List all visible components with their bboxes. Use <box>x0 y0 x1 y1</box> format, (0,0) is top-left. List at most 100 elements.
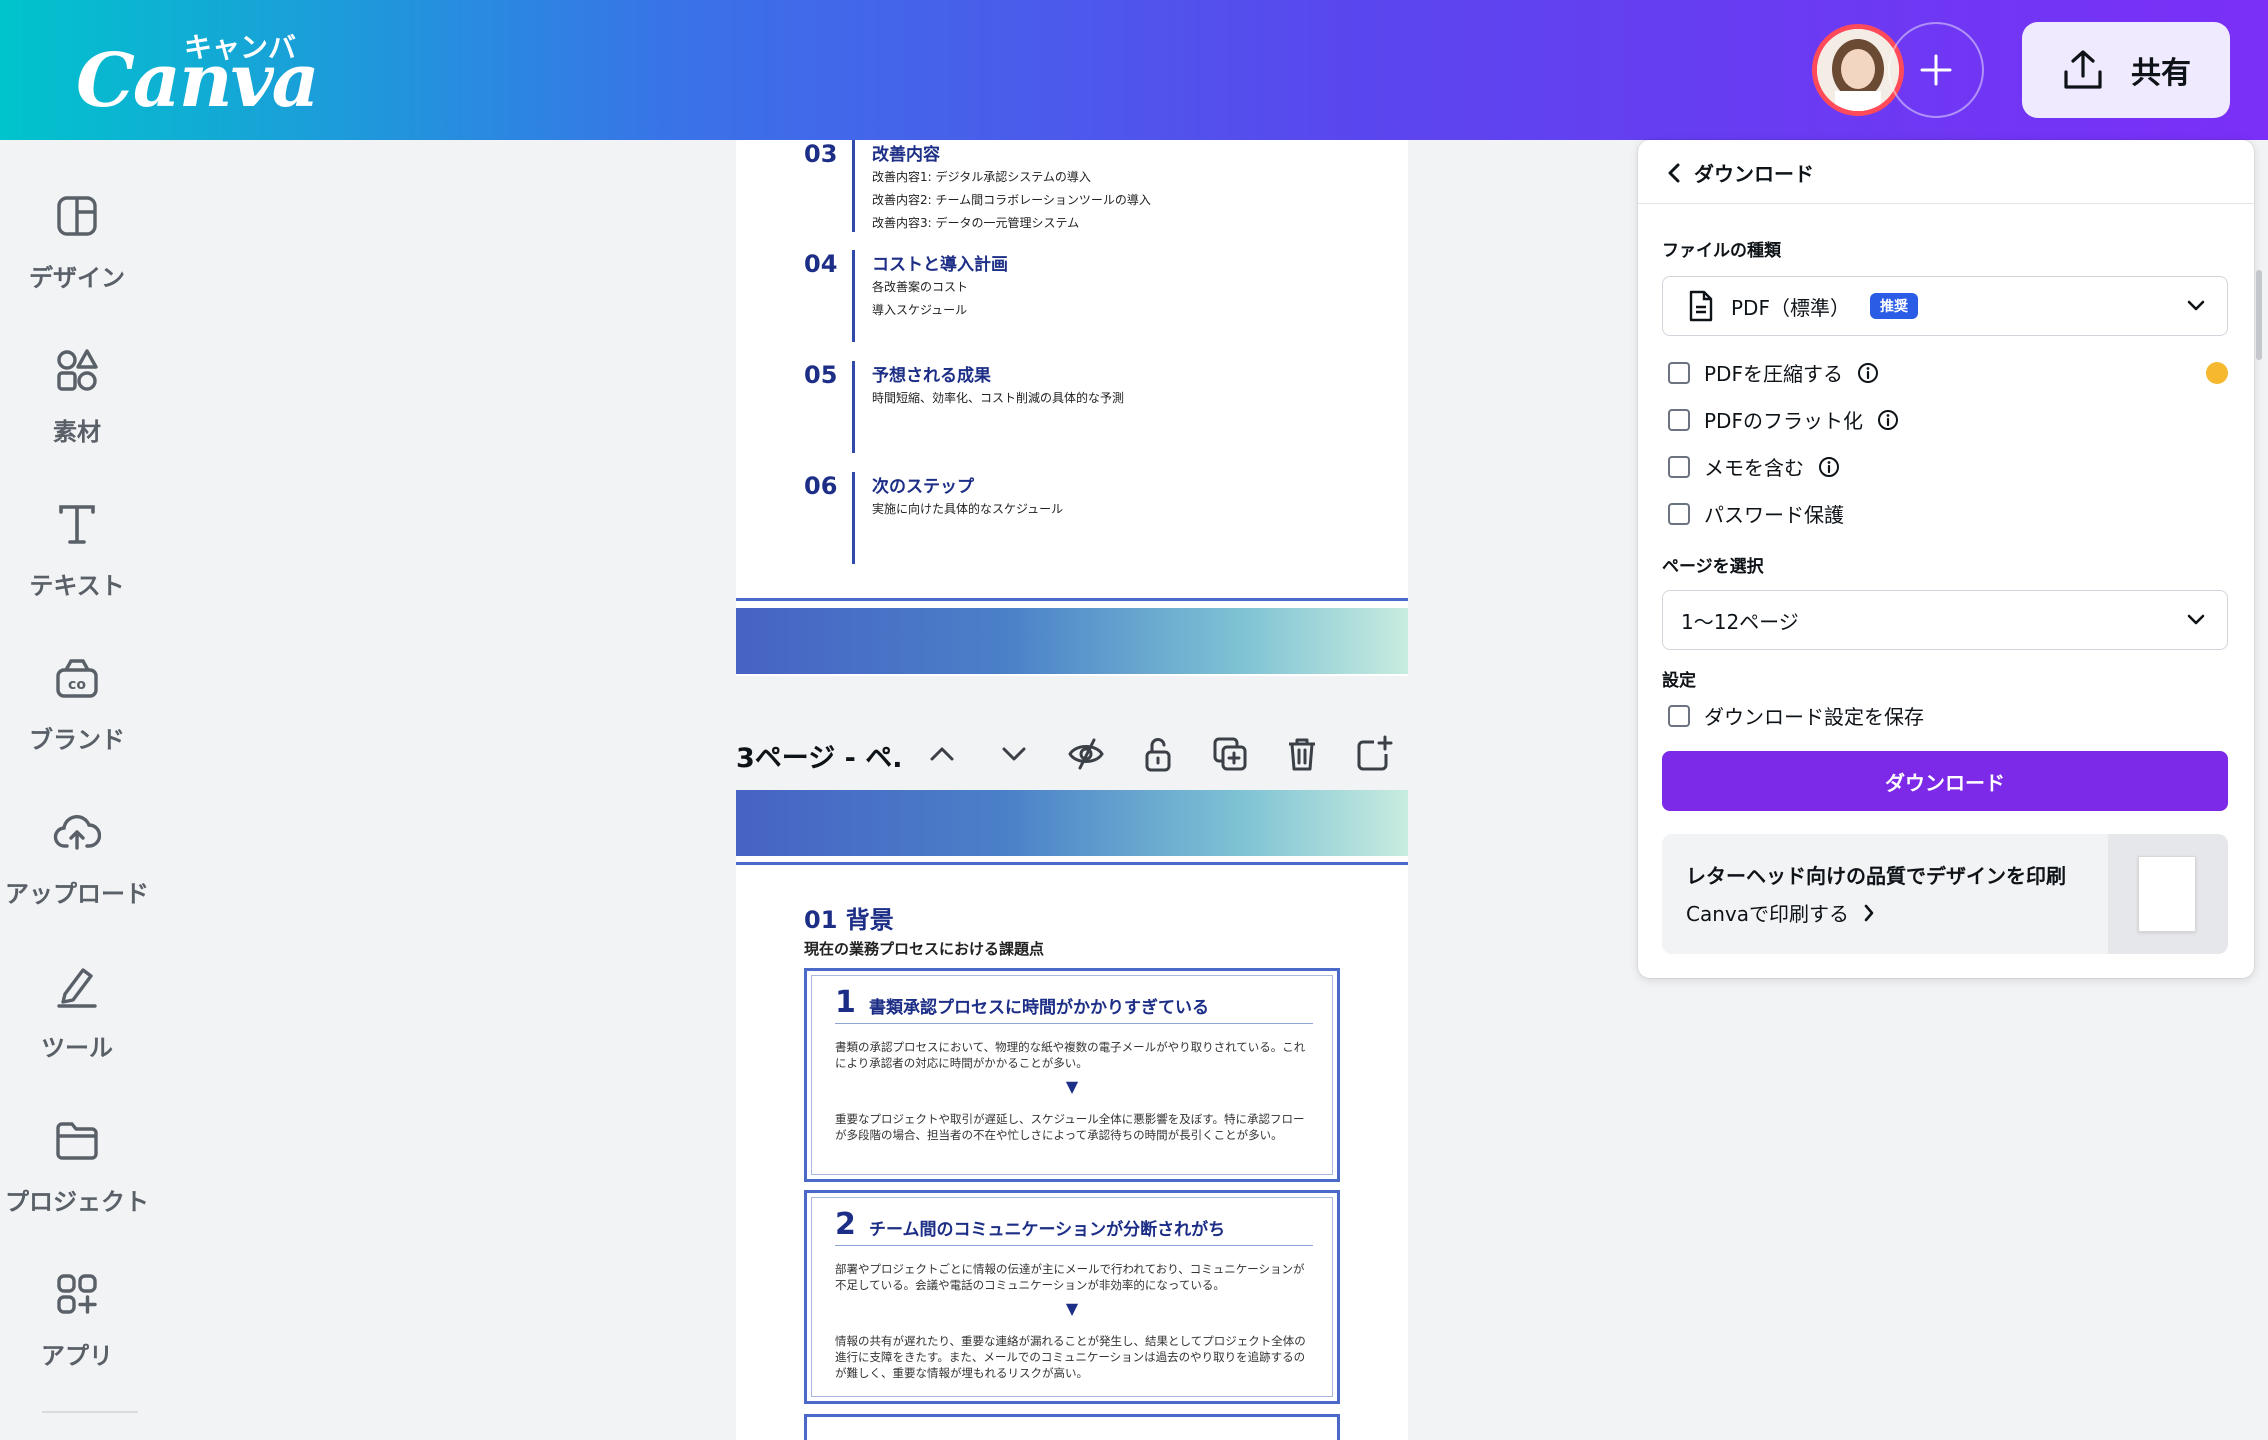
info-icon[interactable] <box>1877 409 1899 431</box>
toc-sub: 時間短縮、効率化、コスト削減の具体的な予測 <box>872 391 1125 405</box>
toc-title: 改善内容 <box>872 145 940 165</box>
print-with-canva-link[interactable]: Canvaで印刷する <box>1686 898 1875 927</box>
sidebar-item-text[interactable]: テキスト <box>0 500 154 640</box>
sidebar-item-label: アップロード <box>5 880 149 908</box>
section-subtitle: 現在の業務プロセスにおける課題点 <box>804 940 1045 958</box>
add-page-icon[interactable] <box>1354 734 1394 774</box>
move-page-up-icon[interactable] <box>922 734 962 774</box>
card-title: 書類承認プロセスに時間がかかりすぎている <box>869 998 1209 1018</box>
option-label: PDFを圧縮する <box>1704 362 1843 386</box>
delete-page-icon[interactable] <box>1282 734 1322 774</box>
share-label: 共有 <box>2131 56 2191 91</box>
issue-card-3 <box>804 1414 1340 1440</box>
sidebar-item-tools[interactable]: ツール <box>0 962 154 1102</box>
sidebar-divider <box>42 1411 138 1413</box>
file-type-select[interactable]: PDF（標準） 推奨 <box>1662 276 2228 336</box>
file-type-value: PDF（標準） <box>1731 295 1850 320</box>
download-button[interactable]: ダウンロード <box>1662 751 2228 811</box>
sidebar-item-label: テキスト <box>29 572 125 600</box>
sidebar-item-elements[interactable]: 素材 <box>0 346 154 486</box>
panel-scrollbar[interactable] <box>2256 270 2262 360</box>
letterhead-paper <box>2138 856 2196 932</box>
top-bar: Canva キャンバ 共有 <box>0 0 2268 140</box>
sidebar-item-projects[interactable]: プロジェクト <box>0 1116 154 1256</box>
chevron-down-icon <box>2187 300 2205 311</box>
avatar-photo-icon <box>1817 29 1899 111</box>
chevron-left-icon <box>1668 163 1680 182</box>
compress-pdf-checkbox[interactable] <box>1668 361 1690 384</box>
plus-icon <box>1920 54 1952 86</box>
move-page-down-icon[interactable] <box>994 734 1034 774</box>
sidebar-item-label: ツール <box>41 1034 113 1062</box>
card-text: 書類の承認プロセスにおいて、物理的な紙や複数の電子メールがやり取りされている。こ… <box>835 1040 1306 1070</box>
share-button[interactable]: 共有 <box>2022 22 2230 118</box>
card-number: 1 <box>835 985 856 1020</box>
design-page-2[interactable]: 03 改善内容 改善内容1: デジタル承認システムの導入 改善内容2: チーム間… <box>736 140 1408 676</box>
info-icon[interactable] <box>1818 456 1840 478</box>
chevron-down-icon <box>2187 614 2205 625</box>
recommended-badge: 推奨 <box>1869 293 1918 319</box>
page-range-select[interactable]: 1〜12ページ <box>1662 590 2228 650</box>
sidebar-item-label: ブランド <box>29 726 125 754</box>
add-collaborator-button[interactable] <box>1888 22 1984 118</box>
toc-sub: 改善内容1: デジタル承認システムの導入 <box>872 170 1091 184</box>
toc-number: 05 <box>804 361 838 389</box>
info-icon[interactable] <box>1857 362 1879 384</box>
toc-number: 06 <box>804 472 838 500</box>
page-title-input[interactable]: 3ページ - ペ. <box>736 736 903 775</box>
save-settings-option[interactable]: ダウンロード設定を保存 <box>1668 701 1924 730</box>
toc-sub: 各改善案のコスト <box>872 280 969 294</box>
back-button[interactable]: ダウンロード <box>1666 158 1814 187</box>
toc-sub: 改善内容3: データの一元管理システム <box>872 216 1080 230</box>
text-icon <box>59 505 95 544</box>
include-notes-option[interactable]: メモを含む <box>1668 452 1840 481</box>
option-label: ダウンロード設定を保存 <box>1704 705 1924 729</box>
hide-page-icon[interactable] <box>1066 734 1106 774</box>
page-select-label: ページを選択 <box>1662 557 1764 577</box>
toc-bar <box>852 472 855 564</box>
toc-title: 予想される成果 <box>872 366 991 386</box>
download-panel: ダウンロード ファイルの種類 PDF（標準） 推奨 PDFを圧縮する PDFのフ… <box>1638 140 2254 978</box>
tools-icon <box>57 968 97 1008</box>
down-arrow-icon: ▼ <box>1065 1077 1079 1096</box>
sidebar-item-upload[interactable]: アップロード <box>0 808 154 948</box>
toc-number: 04 <box>804 250 838 278</box>
toc-bar <box>852 361 855 453</box>
section-title: 01 背景 <box>804 906 894 934</box>
card-text: 部署やプロジェクトごとに情報の伝達が主にメールで行われており、コミュニケーション… <box>835 1262 1305 1292</box>
card-title: チーム間のコミュニケーションが分断されがち <box>869 1220 1226 1240</box>
option-label: メモを含む <box>1704 456 1804 480</box>
footer-gradient-bar <box>736 608 1408 674</box>
canva-logo[interactable]: Canva キャンバ <box>76 26 320 124</box>
toc-title: 次のステップ <box>872 477 974 497</box>
toc-title: コストと導入計画 <box>872 255 1008 275</box>
option-label: パスワード保護 <box>1704 503 1844 527</box>
document-icon <box>1689 290 1713 322</box>
down-arrow-icon: ▼ <box>1065 1299 1079 1318</box>
design-icon <box>57 196 97 236</box>
toc-number: 03 <box>804 140 838 168</box>
duplicate-page-icon[interactable] <box>1210 734 1250 774</box>
promo-link-label: Canvaで印刷する <box>1686 902 1849 926</box>
flatten-pdf-checkbox[interactable] <box>1668 408 1690 431</box>
sidebar-item-brand[interactable]: co ブランド <box>0 654 154 794</box>
panel-header: ダウンロード <box>1638 140 2254 204</box>
print-promo-card[interactable]: レターヘッド向けの品質でデザインを印刷 Canvaで印刷する <box>1662 834 2228 954</box>
card-text: 情報の共有が遅れたり、重要な連絡が漏れることが発生し、結果としてプロジェクト全体… <box>835 1334 1306 1380</box>
header-rule <box>736 862 1408 865</box>
card-text: 重要なプロジェクトや取引が遅延し、スケジュール全体に悪影響を及ぼす。特に承認フロ… <box>835 1112 1305 1142</box>
folder-icon <box>56 1122 98 1160</box>
save-settings-checkbox[interactable] <box>1668 704 1690 727</box>
compress-pdf-option[interactable]: PDFを圧縮する <box>1668 358 1879 387</box>
flatten-pdf-option[interactable]: PDFのフラット化 <box>1668 405 1899 434</box>
lock-page-icon[interactable] <box>1138 734 1178 774</box>
password-protect-option[interactable]: パスワード保護 <box>1668 499 1844 528</box>
password-protect-checkbox[interactable] <box>1668 502 1690 525</box>
design-page-3[interactable]: 01 背景 現在の業務プロセスにおける課題点 1 書類承認プロセスに時間がかかり… <box>736 790 1408 1440</box>
apps-icon <box>57 1274 97 1314</box>
sidebar-item-design[interactable]: デザイン <box>0 192 154 332</box>
include-notes-checkbox[interactable] <box>1668 455 1690 478</box>
sidebar-item-apps[interactable]: アプリ <box>0 1270 154 1410</box>
card-rule <box>835 1023 1313 1024</box>
brand-icon: co <box>56 659 98 698</box>
